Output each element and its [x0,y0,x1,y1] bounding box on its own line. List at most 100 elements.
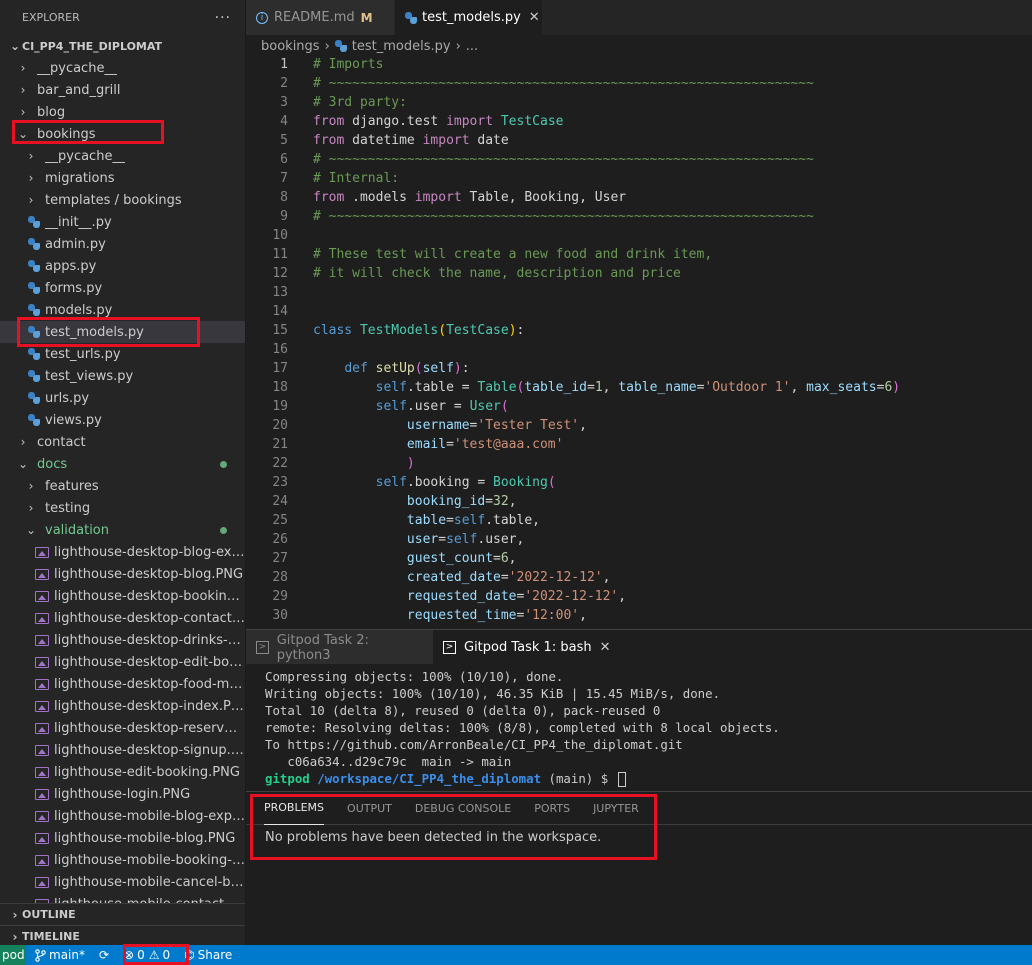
chevron-right-icon: › [28,479,34,493]
tree-file[interactable]: forms.py [0,277,245,299]
tree-folder[interactable]: › __pycache__ [0,145,245,167]
tree-file[interactable]: models.py [0,299,245,321]
more-actions-icon[interactable]: ··· [215,10,231,26]
tree-file[interactable]: __init__.py [0,211,245,233]
code-line: booking_id=32, [313,494,517,509]
code-token: date [469,133,509,148]
explorer-header: EXPLORER ··· [0,0,245,35]
tree-folder[interactable]: › bar_and_grill [0,79,245,101]
code-token: from [313,190,345,205]
tree-folder[interactable]: › features [0,475,245,497]
code-token: requested_date [406,589,517,604]
tab-readme[interactable]: i README.md M [246,0,395,35]
code-token: 6 [500,551,509,566]
tree-folder[interactable]: ⌄ docs [0,453,245,475]
terminal-tab-task2[interactable]: > Gitpod Task 2: python3 [246,630,433,665]
tree-item-label: lighthouse-desktop-index.PNG [54,698,245,714]
terminal-tab-task1[interactable]: > Gitpod Task 1: bash ✕ [433,630,621,665]
problems-indicator[interactable]: ⊗ 0 ⚠ 0 [124,945,170,965]
tree-file[interactable]: lighthouse-desktop-blog.PNG [0,563,245,585]
code-token: self [375,399,407,414]
tree-folder[interactable]: › migrations [0,167,245,189]
line-number: 8 [280,190,288,205]
tree-folder[interactable]: › __pycache__ [0,57,245,79]
code-line: def setUp(self): [313,361,470,376]
breadcrumb-file[interactable]: test_models.py [352,39,451,54]
timeline-section[interactable]: › TIMELINE [0,925,245,945]
code-line: username='Tester Test', [313,418,587,433]
tree-item-label: test_views.py [45,368,134,384]
tree-file[interactable]: urls.py [0,387,245,409]
tree-file[interactable]: lighthouse-desktop-signup.PNG [0,739,245,761]
chevron-right-icon: › [20,61,26,75]
tab-label: test_models.py [422,10,521,25]
tree-file[interactable]: lighthouse-login.PNG [0,783,245,805]
project-root[interactable]: ⌄ CI_PP4_THE_DIPLOMAT [0,35,245,57]
code-token: : [461,361,470,376]
tab-test-models[interactable]: test_models.py ✕ [395,0,543,35]
tree-folder[interactable]: › templates / bookings [0,189,245,211]
tree-file[interactable]: lighthouse-desktop-drinks-men... [0,629,245,651]
remote-indicator[interactable]: pod [0,945,26,965]
tab-output[interactable]: OUTPUT [347,792,392,825]
tree-folder[interactable]: › testing [0,497,245,519]
close-icon[interactable]: ✕ [529,10,540,25]
tab-jupyter[interactable]: JUPYTER [593,792,639,825]
tree-folder[interactable]: ⌄ validation [0,519,245,541]
code-token: # it will check the name, description an… [313,266,681,281]
tree-file[interactable]: test_models.py [0,321,245,343]
tree-file[interactable]: lighthouse-desktop-booking-lis... [0,585,245,607]
code-token: = [493,551,501,566]
tree-file[interactable]: views.py [0,409,245,431]
breadcrumb-folder[interactable]: bookings [261,39,320,54]
tree-file[interactable]: lighthouse-desktop-blog-expa... [0,541,245,563]
tree-item-label: blog [37,104,66,120]
tree-file[interactable]: lighthouse-mobile-blog-expan... [0,805,245,827]
breadcrumb-symbol[interactable]: ... [466,39,478,54]
code-editor[interactable]: 1 # Imports 2 # ~~~~~~~~~~~~~~~~~~~~~~~~~~~… [246,57,1032,628]
tab-ports[interactable]: PORTS [534,792,570,825]
share-button[interactable]: ⌬ Share [184,945,232,965]
tab-debug-console[interactable]: DEBUG CONSOLE [415,792,511,825]
line-number: 11 [272,247,288,262]
terminal[interactable]: Compressing objects: 100% (10/10), done.… [246,664,1032,791]
tree-file[interactable]: lighthouse-mobile-blog.PNG [0,827,245,849]
code-line: # 3rd party: [313,95,407,110]
tree-item-label: templates / bookings [45,192,182,208]
tree-file[interactable]: lighthouse-mobile-cancel-book... [0,871,245,893]
code-token: ) [406,456,415,471]
close-icon[interactable]: ✕ [600,640,611,655]
python-file-icon [28,326,40,338]
code-token: , [579,418,587,433]
code-line: self.booking = Booking( [313,475,556,490]
sync-button[interactable]: ⟳ [99,945,112,965]
code-token: created_date [406,570,501,585]
tree-file[interactable]: lighthouse-desktop-edit-booki... [0,651,245,673]
outline-section[interactable]: › OUTLINE [0,903,245,925]
tree-file[interactable]: test_urls.py [0,343,245,365]
tree-file[interactable]: lighthouse-desktop-reservation... [0,717,245,739]
line-number: 25 [272,513,288,528]
tree-folder[interactable]: › contact [0,431,245,453]
terminal-line: remote: Resolving deltas: 100% (8/8), co… [265,720,780,735]
tree-file[interactable]: lighthouse-desktop-food-menu... [0,673,245,695]
tree-file[interactable]: lighthouse-mobile-booking-list... [0,849,245,871]
code-token: import [422,133,470,148]
tree-folder[interactable]: ⌄ bookings [0,123,245,145]
tree-file[interactable]: lighthouse-edit-booking.PNG [0,761,245,783]
image-file-icon [35,656,49,668]
python-file-icon [28,260,40,272]
warning-count: 0 [162,948,171,962]
tree-folder[interactable]: › blog [0,101,245,123]
image-file-icon [35,788,49,800]
tree-file[interactable]: test_views.py [0,365,245,387]
tree-file[interactable]: apps.py [0,255,245,277]
tree-file[interactable]: admin.py [0,233,245,255]
tree-file[interactable]: lighthouse-desktop-contact-us.... [0,607,245,629]
tree-file[interactable]: lighthouse-desktop-index.PNG [0,695,245,717]
tab-problems[interactable]: PROBLEMS [264,792,325,825]
code-line: # Internal: [313,171,399,186]
branch-indicator[interactable]: main* [35,945,85,965]
modified-badge: M [360,10,373,25]
